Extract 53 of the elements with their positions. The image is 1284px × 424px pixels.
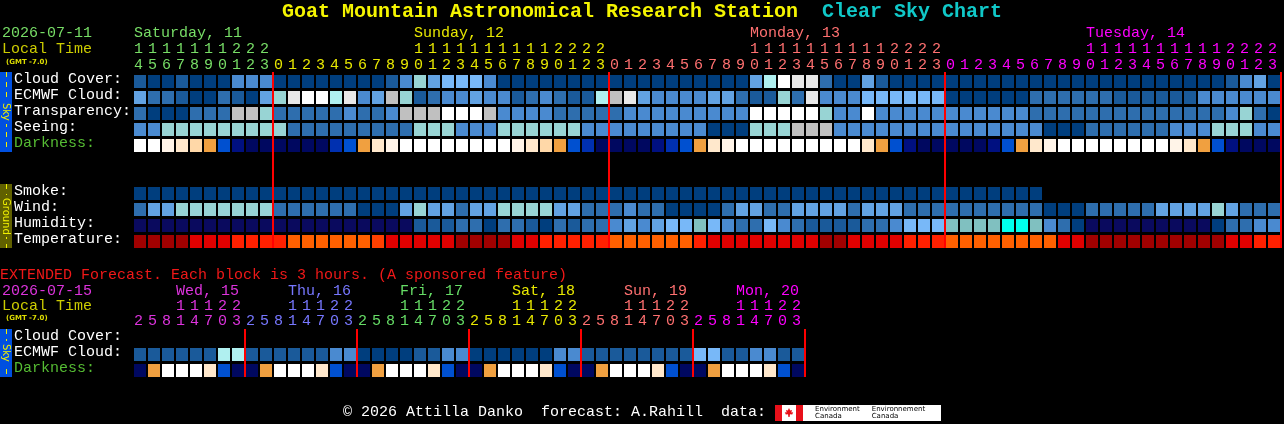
hour-tens-label: 1111111222: [134, 42, 274, 58]
local-time-label: Local Time: [2, 299, 93, 314]
flag-icon: [775, 405, 804, 421]
day-label: Tuesday, 14: [1085, 26, 1186, 42]
row-label: Humidity:: [14, 216, 96, 232]
hour-digits-label: 4567890123: [134, 58, 274, 74]
hour-tens-label: 11122: [624, 299, 694, 314]
day-label: Sat, 18: [512, 284, 576, 299]
hour-tens-label: 11122: [400, 299, 470, 314]
row-label: Wind:: [14, 200, 60, 216]
hour-tens-label: 11122: [176, 299, 246, 314]
day-label: Sun, 19: [624, 284, 688, 299]
day-label: Monday, 13: [749, 26, 841, 42]
extended-forecast-note: EXTENDED Forecast. Each block is 3 hours. (A sponsored feature): [0, 267, 568, 284]
hour-tens-label: 11111111112222: [1085, 42, 1282, 58]
hour-tens-label: 11111111112222: [413, 42, 610, 58]
hour-digits-label: 25814703: [134, 314, 246, 329]
day-label: Wed, 15: [176, 284, 240, 299]
row-label: Seeing:: [14, 120, 78, 136]
copyright-text: © 2026 Attilla Danko: [342, 405, 523, 421]
hour-digits-label: 25814703: [470, 314, 582, 329]
forecast-credit: forecast: A.Rahill: [541, 405, 703, 421]
row-label: Temperature:: [14, 232, 123, 248]
local-time-label: Local Time: [2, 42, 93, 58]
hour-digits-label: 012345678901234567890123: [946, 58, 1282, 74]
day-label: Fri, 17: [400, 284, 464, 299]
row-label: Darkness:: [14, 136, 96, 152]
date-label: 2026-07-11: [2, 26, 93, 42]
chart-title: Goat Mountain Astronomical Research Station: [281, 0, 799, 24]
row-label: Transparency:: [14, 104, 132, 120]
row-label: Cloud Cover:: [14, 329, 123, 345]
row-label: ECMWF Cloud:: [14, 88, 124, 104]
row-label: Darkness:: [14, 361, 96, 377]
hour-digits-label: 25814703: [246, 314, 358, 329]
hour-tens-label: 11122: [512, 299, 582, 314]
hour-tens-label: 11111111112222: [749, 42, 946, 58]
row-label: ECMWF Cloud:: [14, 345, 123, 361]
hour-digits-label: 012345678901234567890123: [274, 58, 610, 74]
row-label: Smoke:: [14, 184, 69, 200]
hour-digits-label: 25814703: [582, 314, 694, 329]
chart-subtitle: Clear Sky Chart: [822, 0, 1003, 24]
day-label: Thu, 16: [288, 284, 352, 299]
day-label: Mon, 20: [736, 284, 800, 299]
hour-tens-label: 11122: [736, 299, 806, 314]
hour-digits-label: 25814703: [358, 314, 470, 329]
row-label: Cloud Cover:: [14, 72, 124, 88]
day-label: Sunday, 12: [413, 26, 505, 42]
hour-tens-label: 11122: [288, 299, 358, 314]
hour-digits-label: 25814703: [694, 314, 806, 329]
hour-digits-label: 012345678901234567890123: [610, 58, 946, 74]
day-label: Saturday, 11: [134, 26, 243, 42]
date-label: 2026-07-15: [2, 284, 93, 299]
data-label: data:: [721, 405, 767, 421]
